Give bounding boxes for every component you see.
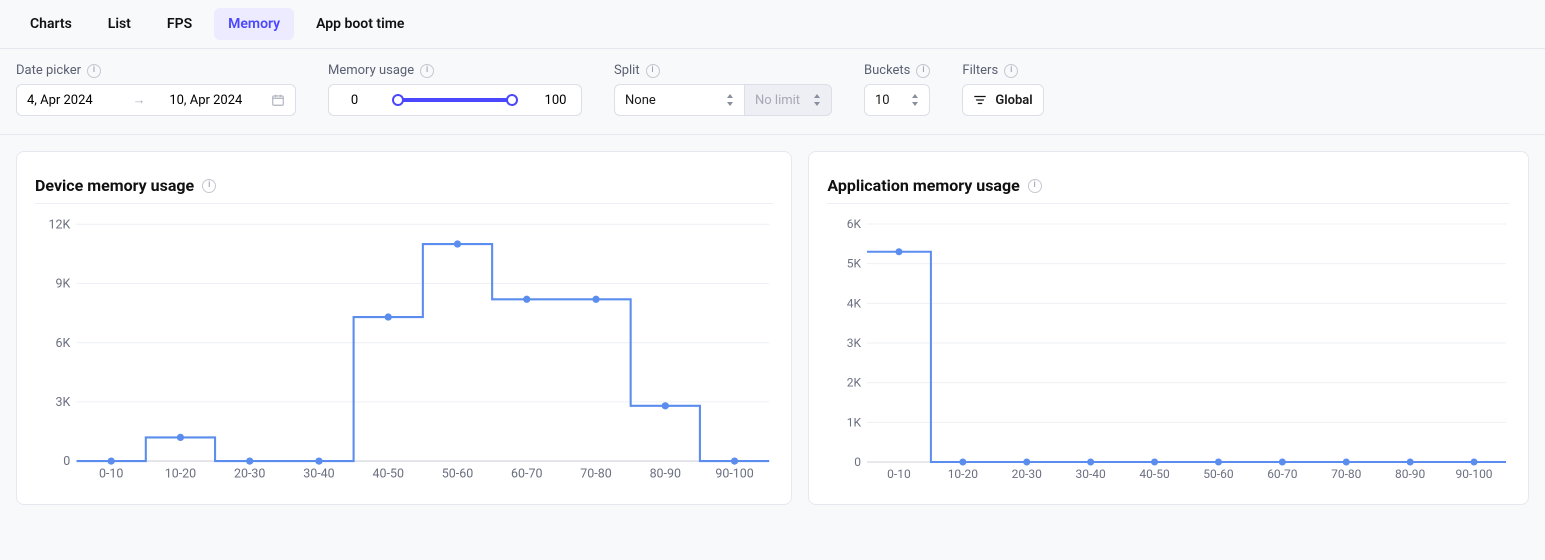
svg-text:10-20: 10-20	[948, 467, 979, 481]
svg-text:70-80: 70-80	[1331, 467, 1362, 481]
memory-max-input-wrap	[530, 84, 582, 116]
split-select[interactable]: None	[614, 84, 744, 116]
split-limit-value: No limit	[755, 93, 800, 108]
info-icon[interactable]: i	[420, 64, 434, 78]
memory-min-input[interactable]	[339, 93, 370, 108]
svg-text:20-30: 20-30	[1012, 467, 1043, 481]
svg-text:6K: 6K	[847, 217, 862, 231]
date-picker-label-text: Date picker	[16, 63, 81, 78]
svg-text:0-10: 0-10	[99, 467, 123, 482]
date-picker-group: Date picker i →	[16, 63, 296, 116]
filter-bar: Date picker i → Memory usage i	[0, 49, 1545, 135]
split-label-text: Split	[614, 63, 640, 78]
svg-text:3K: 3K	[55, 395, 70, 410]
buckets-label-text: Buckets	[864, 63, 910, 78]
svg-text:80-90: 80-90	[1395, 467, 1426, 481]
split-group: Split i None No limit	[614, 63, 832, 116]
device-memory-card: Device memory usage i 0 3K 6K 9K 12K 0-10 10-2…	[16, 151, 792, 505]
memory-max-input[interactable]	[540, 93, 571, 108]
memory-min-input-wrap	[328, 84, 380, 116]
split-label: Split i	[614, 63, 832, 78]
svg-text:0-10: 0-10	[888, 467, 912, 481]
memory-usage-group: Memory usage i	[328, 63, 582, 116]
global-filter-text: Global	[995, 93, 1032, 108]
svg-text:2K: 2K	[847, 376, 862, 390]
svg-text:6K: 6K	[55, 336, 70, 351]
filters-label: Filters i	[962, 63, 1043, 78]
info-icon[interactable]: i	[202, 179, 216, 193]
date-from-input[interactable]	[27, 93, 109, 108]
slider-thumb-min[interactable]	[392, 94, 404, 106]
svg-text:1K: 1K	[847, 415, 862, 429]
svg-text:30-40: 30-40	[303, 467, 334, 482]
svg-text:4K: 4K	[847, 296, 862, 310]
info-icon[interactable]: i	[1028, 179, 1042, 193]
date-arrow-icon: →	[129, 92, 150, 108]
memory-slider[interactable]	[380, 84, 530, 116]
select-caret-icon	[726, 94, 734, 106]
memory-usage-label-text: Memory usage	[328, 63, 414, 78]
tab-charts[interactable]: Charts	[16, 8, 86, 40]
svg-text:60-70: 60-70	[511, 467, 542, 482]
tab-memory[interactable]: Memory	[214, 8, 294, 40]
split-limit-select: No limit	[744, 84, 832, 116]
info-icon[interactable]: i	[916, 64, 930, 78]
svg-text:90-100: 90-100	[715, 467, 753, 482]
filters-label-text: Filters	[962, 63, 998, 78]
select-caret-icon	[911, 94, 919, 106]
svg-text:40-50: 40-50	[1140, 467, 1171, 481]
select-caret-icon	[813, 94, 821, 106]
calendar-icon[interactable]	[271, 93, 285, 107]
info-icon[interactable]: i	[1004, 64, 1018, 78]
svg-text:12K: 12K	[48, 217, 70, 232]
tab-fps[interactable]: FPS	[153, 8, 206, 40]
date-to-input[interactable]	[169, 93, 251, 108]
svg-text:20-30: 20-30	[234, 467, 265, 482]
date-range-input[interactable]: →	[16, 84, 296, 116]
buckets-select[interactable]: 10	[864, 84, 930, 116]
svg-text:0: 0	[63, 454, 70, 469]
memory-usage-label: Memory usage i	[328, 63, 582, 78]
svg-text:10-20: 10-20	[165, 467, 196, 482]
tab-bar: Charts List FPS Memory App boot time	[0, 0, 1545, 49]
info-icon[interactable]: i	[646, 64, 660, 78]
svg-text:80-90: 80-90	[650, 467, 681, 482]
svg-text:5K: 5K	[847, 257, 862, 271]
filter-icon	[973, 93, 987, 107]
charts-row: Device memory usage i 0 3K 6K 9K 12K 0-10 10-2…	[0, 135, 1545, 521]
device-memory-chart: 0 3K 6K 9K 12K 0-10 10-20 20-30 30-40 40-50 50-60 6…	[35, 216, 773, 486]
tab-list[interactable]: List	[94, 8, 145, 40]
app-memory-card: Application memory usage i 0 1K 2K 3K 4K 5K 6K…	[808, 151, 1529, 505]
global-filter-button[interactable]: Global	[962, 84, 1043, 116]
svg-text:30-40: 30-40	[1076, 467, 1107, 481]
buckets-label: Buckets i	[864, 63, 930, 78]
svg-text:90-100: 90-100	[1456, 467, 1493, 481]
svg-text:60-70: 60-70	[1268, 467, 1299, 481]
svg-text:50-60: 50-60	[1204, 467, 1235, 481]
info-icon[interactable]: i	[87, 64, 101, 78]
svg-text:9K: 9K	[55, 277, 70, 292]
buckets-group: Buckets i 10	[864, 63, 930, 116]
buckets-value: 10	[875, 93, 890, 108]
svg-text:50-60: 50-60	[442, 467, 473, 482]
svg-text:0: 0	[855, 455, 862, 469]
slider-thumb-max[interactable]	[506, 94, 518, 106]
svg-text:70-80: 70-80	[580, 467, 611, 482]
card-title: Application memory usage	[827, 176, 1019, 195]
card-title: Device memory usage	[35, 176, 194, 195]
split-value: None	[625, 93, 656, 108]
app-memory-chart: 0 1K 2K 3K 4K 5K 6K 0-10 10-20 20-30 30-40 40-50 50-…	[827, 216, 1510, 486]
tab-app-boot-time[interactable]: App boot time	[302, 8, 418, 40]
date-picker-label: Date picker i	[16, 63, 296, 78]
svg-text:3K: 3K	[847, 336, 862, 350]
svg-text:40-50: 40-50	[373, 467, 404, 482]
filters-group: Filters i Global	[962, 63, 1043, 116]
